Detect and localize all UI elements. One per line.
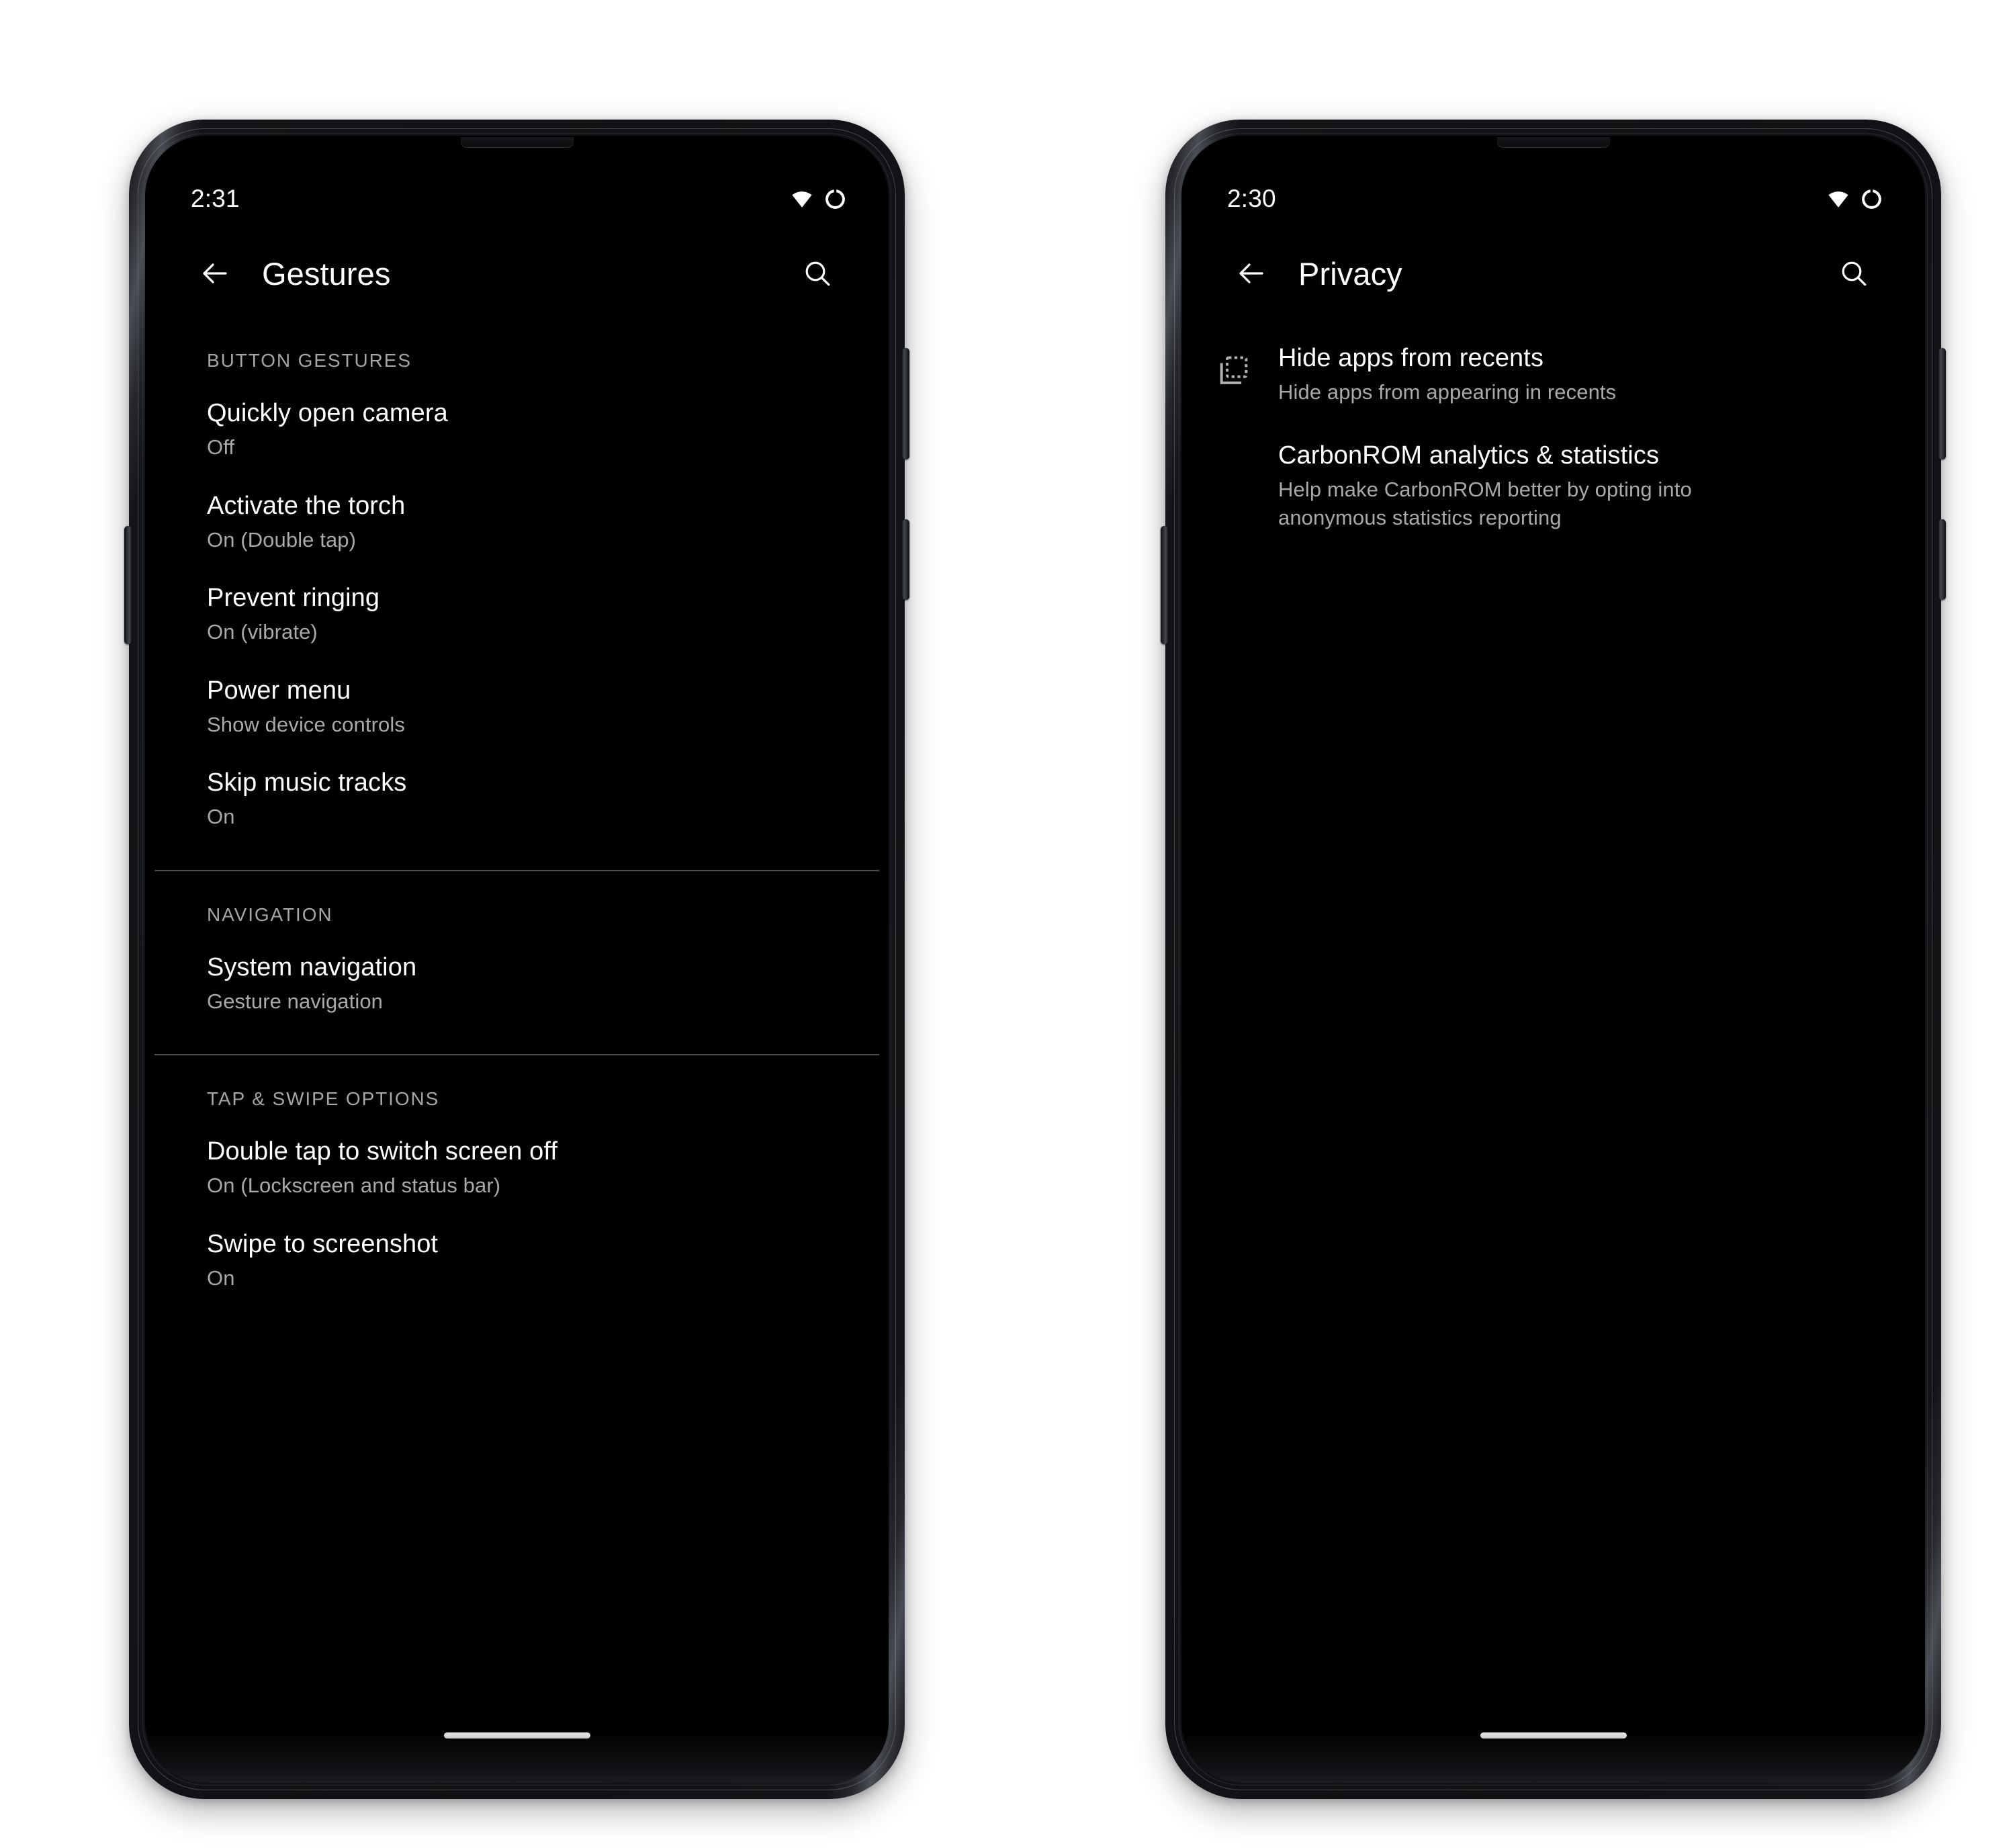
search-icon[interactable] (785, 241, 850, 306)
battery-circle-icon (1861, 189, 1882, 210)
back-arrow-icon[interactable] (183, 241, 247, 306)
pref-body: Double tap to switch screen off On (Lock… (207, 1136, 832, 1200)
volume-button[interactable] (1938, 519, 1946, 600)
pref-title: Swipe to screenshot (207, 1229, 439, 1258)
pref-activate-the-torch[interactable]: Activate the torch On (Double tap) (154, 476, 879, 569)
pref-summary: Hide apps from appearing in recents (1278, 380, 1617, 404)
pref-summary: Help make CarbonROM better by opting int… (1278, 477, 1692, 530)
pref-swipe-to-screenshot[interactable]: Swipe to screenshot On (154, 1215, 879, 1307)
status-bar: 2:30 (1191, 163, 1916, 235)
alert-slider-button[interactable] (124, 526, 132, 644)
page-title: Privacy (1298, 255, 1402, 292)
pref-title: Prevent ringing (207, 584, 380, 613)
pref-summary: On (vibrate) (207, 620, 318, 644)
pref-carbonrom-analytics-and-statistics[interactable]: CarbonROM analytics & statistics Help ma… (1191, 421, 1916, 547)
power-button[interactable] (902, 348, 909, 459)
settings-list-gestures[interactable]: BUTTON GESTURES Quickly open camera Off … (154, 317, 879, 1763)
pref-hide-apps-from-recents[interactable]: Hide apps from recents Hide apps from ap… (1191, 317, 1916, 421)
pref-summary: On (207, 1266, 235, 1290)
group-header: TAP & SWIPE OPTIONS (207, 1088, 440, 1110)
phone-device-gestures: 2:31 Gestures BUTTON GESTURES Quickly op… (124, 120, 909, 1799)
pref-title: Quickly open camera (207, 399, 448, 427)
settings-group-tap-and-swipe: TAP & SWIPE OPTIONS Double tap to switch… (154, 1055, 879, 1307)
pref-prevent-ringing[interactable]: Prevent ringing On (vibrate) (154, 568, 879, 661)
pref-power-menu[interactable]: Power menu Show device controls (154, 661, 879, 754)
status-bar: 2:31 (154, 163, 879, 235)
pref-title: Hide apps from recents (1278, 344, 1544, 372)
app-bar: Gestures (154, 230, 879, 317)
pref-body: System navigation Gesture navigation (207, 952, 832, 1016)
group-header: BUTTON GESTURES (207, 350, 412, 371)
pref-body: Hide apps from recents Hide apps from ap… (1278, 343, 1869, 407)
screen-privacy: 2:30 Privacy Hide apps from recents Hide… (1191, 163, 1916, 1763)
gesture-nav-pill[interactable] (443, 1732, 590, 1739)
pref-body: Skip music tracks On (207, 767, 832, 832)
settings-list-privacy[interactable]: Hide apps from recents Hide apps from ap… (1191, 317, 1916, 1763)
pref-body: Power menu Show device controls (207, 675, 832, 740)
page-title: Gestures (262, 255, 391, 292)
pref-double-tap-to-switch-screen-off[interactable]: Double tap to switch screen off On (Lock… (154, 1122, 879, 1215)
pref-body: Prevent ringing On (vibrate) (207, 582, 832, 647)
wifi-icon (791, 190, 813, 208)
status-icon-group (1827, 189, 1882, 210)
pref-title: CarbonROM analytics & statistics (1278, 441, 1660, 470)
device-glass: 2:30 Privacy Hide apps from recents Hide… (1181, 136, 1925, 1783)
pref-body: Swipe to screenshot On (207, 1229, 832, 1293)
pref-title: System navigation (207, 953, 417, 981)
pref-body: Quickly open camera Off (207, 398, 832, 462)
screen-gestures: 2:31 Gestures BUTTON GESTURES Quickly op… (154, 163, 879, 1763)
pref-title: Power menu (207, 676, 351, 705)
screenshot-canvas: 2:31 Gestures BUTTON GESTURES Quickly op… (0, 0, 2015, 1848)
pref-skip-music-tracks[interactable]: Skip music tracks On (154, 753, 879, 846)
settings-group-privacy: Hide apps from recents Hide apps from ap… (1191, 317, 1916, 546)
power-button[interactable] (1938, 348, 1946, 459)
pref-icon-placeholder (1212, 440, 1255, 451)
status-clock: 2:31 (191, 185, 240, 212)
pref-summary: On (Lockscreen and status bar) (207, 1174, 501, 1198)
wifi-icon (1827, 190, 1850, 208)
search-icon[interactable] (1822, 241, 1886, 306)
device-glass: 2:31 Gestures BUTTON GESTURES Quickly op… (145, 136, 889, 1783)
phone-device-privacy: 2:30 Privacy Hide apps from recents Hide… (1161, 120, 1946, 1799)
earpiece-slot (1496, 137, 1610, 148)
group-header: NAVIGATION (207, 904, 333, 925)
pref-quickly-open-camera[interactable]: Quickly open camera Off (154, 384, 879, 476)
alert-slider-button[interactable] (1161, 526, 1168, 644)
pref-summary: Gesture navigation (207, 989, 384, 1013)
pref-system-navigation[interactable]: System navigation Gesture navigation (154, 938, 879, 1030)
pref-title: Double tap to switch screen off (207, 1137, 558, 1166)
pref-summary: On (207, 805, 235, 829)
app-bar: Privacy (1191, 230, 1916, 317)
battery-circle-icon (825, 189, 846, 210)
pref-summary: On (Double tap) (207, 527, 357, 552)
status-clock: 2:30 (1227, 185, 1276, 212)
earpiece-slot (460, 137, 574, 148)
volume-button[interactable] (902, 519, 909, 600)
pref-title: Skip music tracks (207, 768, 407, 797)
pref-summary: Off (207, 435, 235, 459)
back-arrow-icon[interactable] (1219, 241, 1284, 306)
settings-group-navigation: NAVIGATION System navigation Gesture nav… (154, 871, 879, 1056)
pref-body: Activate the torch On (Double tap) (207, 490, 832, 555)
pref-body: CarbonROM analytics & statistics Help ma… (1278, 440, 1869, 533)
pref-title: Activate the torch (207, 491, 406, 520)
hide-from-recents-icon (1212, 343, 1255, 388)
pref-summary: Show device controls (207, 712, 405, 736)
settings-group-button-gestures: BUTTON GESTURES Quickly open camera Off … (154, 317, 879, 871)
gesture-nav-pill[interactable] (1480, 1732, 1627, 1739)
status-icon-group (791, 189, 846, 210)
